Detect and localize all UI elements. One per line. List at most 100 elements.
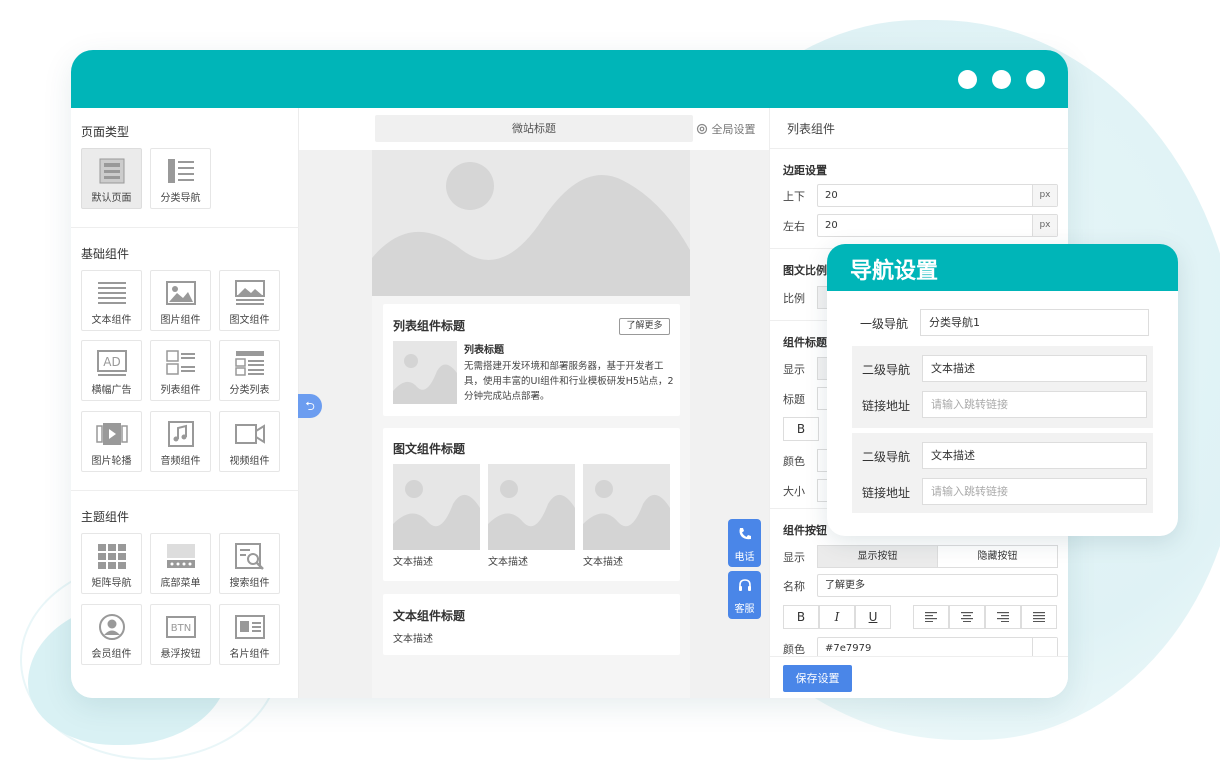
button-name-input[interactable]: 了解更多 xyxy=(817,574,1058,597)
tile-label: 矩阵导航 xyxy=(91,578,132,589)
page-type-title: 页面类型 xyxy=(81,125,130,139)
margin-tb-value: 20 xyxy=(825,190,838,201)
component-text[interactable]: 文本组件 xyxy=(81,270,142,331)
component-library-panel: 页面类型 默认页面 分类导航 基础组件 文本组件 图片组件 图文组件 AD 横幅… xyxy=(71,108,299,698)
tile-label: 默认页面 xyxy=(91,193,132,204)
divider xyxy=(71,227,299,228)
settings-panel-title: 列表组件 xyxy=(787,122,836,136)
theme-components-title: 主题组件 xyxy=(81,510,130,524)
margin-tb-input[interactable]: 20 px xyxy=(817,184,1058,207)
window-dot-1[interactable] xyxy=(958,70,977,89)
list-component-card[interactable]: 列表组件标题 了解更多 列表标题 无需搭建开发环境和部署服务器，基于开发者工具，… xyxy=(383,304,680,416)
window-dot-2[interactable] xyxy=(992,70,1011,89)
component-category-list[interactable]: 分类列表 xyxy=(219,340,280,401)
hide-button-option[interactable]: 隐藏按钮 xyxy=(937,545,1058,568)
search-icon xyxy=(235,543,264,570)
list-card-title: 列表组件标题 xyxy=(393,319,466,333)
collapse-arrow-icon: ⮌ xyxy=(305,399,315,413)
component-video[interactable]: 视频组件 xyxy=(219,411,280,472)
phone-preview: 列表组件标题 了解更多 列表标题 无需搭建开发环境和部署服务器，基于开发者工具，… xyxy=(372,150,690,698)
page-type-default[interactable]: 默认页面 xyxy=(81,148,142,209)
link-address-input[interactable]: 请输入跳转链接 xyxy=(922,478,1147,505)
btn-icon-text: BTN xyxy=(171,623,191,634)
button-section-title: 组件按钮 xyxy=(783,524,827,537)
align-justify-button[interactable] xyxy=(1021,605,1057,629)
component-carousel[interactable]: 图片轮播 xyxy=(81,411,142,472)
link-address-input[interactable]: 请输入跳转链接 xyxy=(922,391,1147,418)
phone-float-button[interactable]: 电话 xyxy=(728,519,761,567)
landscape-placeholder-icon xyxy=(393,480,480,550)
component-search[interactable]: 搜索组件 xyxy=(219,533,280,594)
popup-header: 导航设置 xyxy=(827,244,1178,291)
service-float-button[interactable]: 客服 xyxy=(728,571,761,619)
level1-nav-input[interactable]: 分类导航1 xyxy=(920,309,1149,336)
level2-nav-group: 二级导航 文本描述 链接地址 请输入跳转链接 xyxy=(852,346,1153,428)
image-text-component-card[interactable]: 图文组件标题 文本描述 文本描述 文本描述 xyxy=(383,428,680,581)
level2-nav-input[interactable]: 文本描述 xyxy=(922,355,1147,382)
tile-label: 图片轮播 xyxy=(91,456,132,467)
landscape-placeholder-icon xyxy=(372,162,690,296)
align-center-button[interactable] xyxy=(949,605,985,629)
button-underline-button[interactable]: U xyxy=(855,605,891,629)
unit-label: px xyxy=(1032,215,1057,236)
image-text-item-image xyxy=(488,464,575,550)
component-list[interactable]: 列表组件 xyxy=(150,340,211,401)
list-item-image xyxy=(393,341,457,404)
image-icon xyxy=(166,281,196,305)
image-text-icon xyxy=(235,280,265,305)
category-nav-icon xyxy=(168,159,194,183)
page-type-category-nav[interactable]: 分类导航 xyxy=(150,148,211,209)
component-float-button[interactable]: BTN 悬浮按钮 xyxy=(150,604,211,665)
image-text-caption: 文本描述 xyxy=(583,557,623,568)
title-text-label: 标题 xyxy=(783,393,805,406)
text-component-card[interactable]: 文本组件标题 文本描述 xyxy=(383,594,680,655)
component-audio[interactable]: 音频组件 xyxy=(150,411,211,472)
component-ad-banner[interactable]: AD 横幅广告 xyxy=(81,340,142,401)
title-bold-button[interactable]: B xyxy=(783,417,819,441)
component-member[interactable]: 会员组件 xyxy=(81,604,142,665)
window-dot-3[interactable] xyxy=(1026,70,1045,89)
show-button-option[interactable]: 显示按钮 xyxy=(817,545,938,568)
popup-title: 导航设置 xyxy=(850,259,939,284)
text-card-description: 文本描述 xyxy=(393,634,433,645)
margin-lr-input[interactable]: 20 px xyxy=(817,214,1058,237)
hero-image-placeholder[interactable] xyxy=(372,150,690,296)
phone-icon xyxy=(739,528,751,540)
music-note-icon xyxy=(168,421,194,447)
tile-label: 名片组件 xyxy=(229,649,270,660)
button-bold-button[interactable]: B xyxy=(783,605,819,629)
svg-text:AD: AD xyxy=(103,355,120,369)
component-image-text[interactable]: 图文组件 xyxy=(219,270,280,331)
phone-float-label: 电话 xyxy=(734,552,755,563)
component-business-card[interactable]: 名片组件 xyxy=(219,604,280,665)
unit-label: px xyxy=(1032,185,1057,206)
tile-label: 会员组件 xyxy=(91,649,132,660)
level2-nav-group: 二级导航 文本描述 链接地址 请输入跳转链接 xyxy=(852,433,1153,513)
tile-label: 视频组件 xyxy=(229,456,270,467)
btn-icon: BTN xyxy=(166,616,196,638)
service-float-label: 客服 xyxy=(734,604,755,615)
margin-tb-label: 上下 xyxy=(783,190,805,203)
image-text-caption: 文本描述 xyxy=(393,557,433,568)
title-color-label: 颜色 xyxy=(783,455,805,468)
link-address-label: 链接地址 xyxy=(862,399,911,413)
component-bottom-menu[interactable]: 底部菜单 xyxy=(150,533,211,594)
global-settings-button[interactable]: 全局设置 xyxy=(696,121,756,138)
image-text-caption: 文本描述 xyxy=(488,557,528,568)
align-left-button[interactable] xyxy=(913,605,949,629)
learn-more-button[interactable]: 了解更多 xyxy=(619,318,670,335)
list-item-description: 无需搭建开发环境和部署服务器，基于开发者工具，使用丰富的UI组件和行业模板研发H… xyxy=(464,361,674,402)
component-matrix-nav[interactable]: 矩阵导航 xyxy=(81,533,142,594)
landscape-placeholder-icon xyxy=(488,480,575,550)
preview-canvas: 微站标题 全局设置 ⮌ 列表组件标题 了解更多 列表标题 无需搭建开发环境和部署… xyxy=(298,108,769,698)
divider xyxy=(71,490,299,491)
component-image[interactable]: 图片组件 xyxy=(150,270,211,331)
tile-label: 图文组件 xyxy=(229,315,270,326)
level2-nav-input[interactable]: 文本描述 xyxy=(922,442,1147,469)
collapse-panel-button[interactable]: ⮌ xyxy=(298,394,322,418)
save-settings-button[interactable]: 保存设置 xyxy=(783,665,852,692)
site-title-field[interactable]: 微站标题 xyxy=(375,115,693,142)
image-text-item-image xyxy=(393,464,480,550)
button-italic-button[interactable]: I xyxy=(819,605,855,629)
align-right-button[interactable] xyxy=(985,605,1021,629)
